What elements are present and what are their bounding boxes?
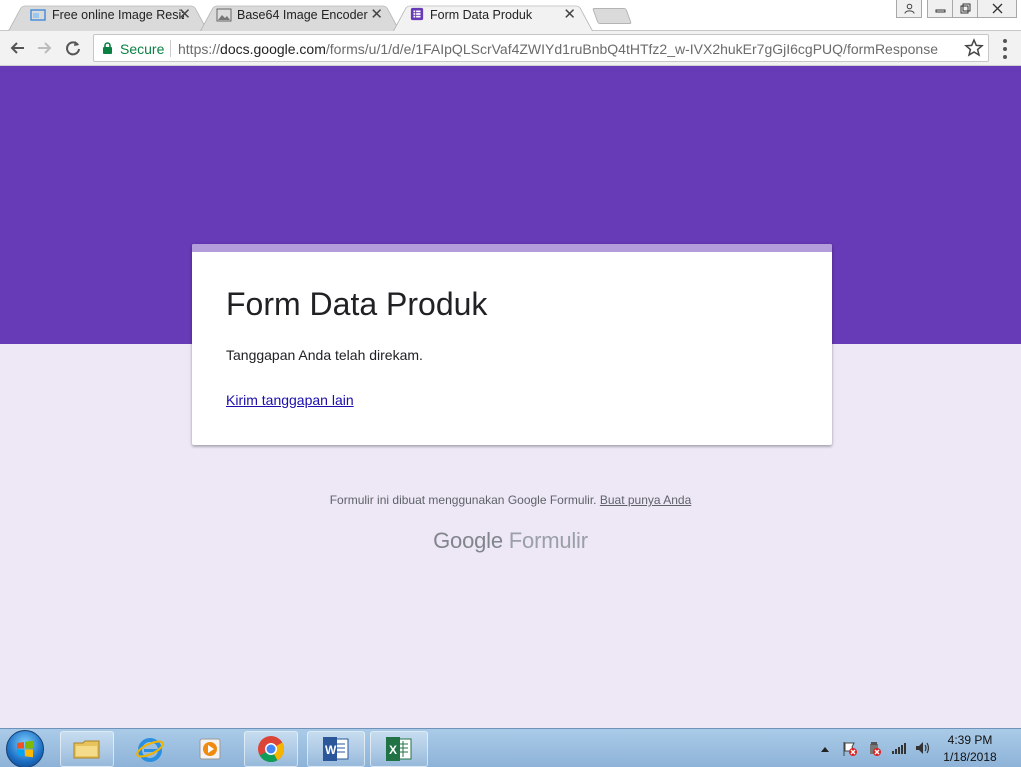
secure-label: Secure	[120, 41, 165, 57]
confirmation-message: Tanggapan Anda telah direkam.	[226, 347, 423, 363]
restore-button[interactable]	[952, 0, 978, 18]
browser-menu-icon[interactable]	[998, 39, 1012, 59]
confirmation-card: Form Data Produk Tanggapan Anda telah di…	[192, 244, 832, 445]
google-forms-logo: Google Formulir	[0, 528, 1021, 554]
svg-text:X: X	[389, 743, 397, 757]
submit-another-response-link[interactable]: Kirim tanggapan lain	[226, 392, 354, 408]
show-hidden-icons-button[interactable]	[820, 741, 830, 756]
back-arrow-icon	[10, 42, 24, 54]
close-tab-icon[interactable]: ✕	[370, 6, 383, 23]
tab-image-resize[interactable]: Free online Image Resize ✕	[8, 0, 208, 32]
footer-note-text: Formulir ini dibuat menggunakan Google F…	[329, 493, 597, 507]
windows-logo-icon	[17, 740, 33, 758]
url-path: /forms/u/1/d/e/1FAIpQLScrVaf4ZWIYd1ruBnb…	[325, 41, 938, 57]
start-button[interactable]	[6, 730, 44, 767]
tab-title: Form Data Produk	[430, 8, 533, 22]
clock-date: 1/18/2018	[943, 750, 997, 764]
tab-base64-encoder[interactable]: Base64 Image Encoder ✕	[200, 0, 400, 32]
internet-explorer-button[interactable]	[123, 731, 177, 767]
omnibox-divider	[170, 40, 171, 57]
reload-icon	[66, 41, 80, 56]
svg-text:W: W	[325, 743, 337, 757]
formulir-wordmark: Formulir	[508, 528, 588, 553]
address-bar[interactable]: Secure https://docs.google.com/forms/u/1…	[93, 34, 989, 62]
system-clock[interactable]: 4:39 PM 1/18/2018	[930, 732, 1010, 766]
forward-button[interactable]	[34, 37, 56, 59]
footer-note: Formulir ini dibuat menggunakan Google F…	[0, 493, 1021, 507]
profile-icon[interactable]	[896, 0, 922, 18]
form-title: Form Data Produk	[226, 286, 488, 322]
minimize-button[interactable]	[927, 0, 953, 18]
forward-arrow-icon	[38, 42, 52, 54]
close-window-button[interactable]	[977, 0, 1017, 18]
microsoft-word-icon: W	[323, 737, 349, 761]
folder-icon	[73, 740, 100, 759]
tab-form-data-produk[interactable]: Form Data Produk ✕	[393, 0, 593, 32]
tab-title: Base64 Image Encoder	[237, 8, 368, 22]
chevron-up-icon	[821, 747, 829, 752]
file-explorer-button[interactable]	[60, 731, 114, 767]
create-your-own-link[interactable]: Buat punya Anda	[600, 493, 691, 507]
close-tab-icon[interactable]: ✕	[563, 6, 576, 23]
back-button[interactable]	[6, 37, 28, 59]
chrome-button[interactable]	[244, 731, 298, 767]
windows-taskbar: W X 4:39 PM 1/18/2018	[0, 728, 1021, 767]
internet-explorer-icon	[136, 738, 164, 762]
google-forms-favicon-icon	[410, 7, 424, 21]
safely-remove-hardware-icon[interactable]	[866, 741, 882, 760]
url-text[interactable]: https://docs.google.com/forms/u/1/d/e/1F…	[178, 41, 938, 57]
clock-time: 4:39 PM	[947, 733, 993, 747]
url-scheme: https://	[178, 41, 221, 57]
image-resize-favicon-icon	[30, 9, 46, 21]
tab-strip: Free online Image Resize ✕ Base64 Image …	[0, 0, 1021, 32]
lock-icon	[103, 42, 112, 54]
url-host: docs.google.com	[220, 41, 326, 57]
close-tab-icon[interactable]: ✕	[178, 6, 191, 23]
word-button[interactable]: W	[307, 731, 365, 767]
microsoft-excel-icon: X	[386, 737, 412, 761]
chrome-icon	[258, 736, 285, 763]
media-player-button[interactable]	[184, 731, 238, 767]
media-player-icon	[199, 738, 221, 760]
new-tab-button[interactable]	[592, 8, 632, 24]
card-accent-bar	[192, 244, 832, 252]
action-center-icon[interactable]	[842, 741, 858, 760]
browser-toolbar: Secure https://docs.google.com/forms/u/1…	[0, 31, 1021, 66]
bookmark-star-icon[interactable]	[964, 38, 984, 58]
excel-button[interactable]: X	[370, 731, 428, 767]
reload-button[interactable]	[62, 37, 84, 59]
tab-title: Free online Image Resize	[52, 8, 184, 22]
network-signal-icon[interactable]	[891, 741, 907, 758]
image-favicon-icon	[216, 8, 232, 22]
google-wordmark: Google	[433, 528, 503, 553]
